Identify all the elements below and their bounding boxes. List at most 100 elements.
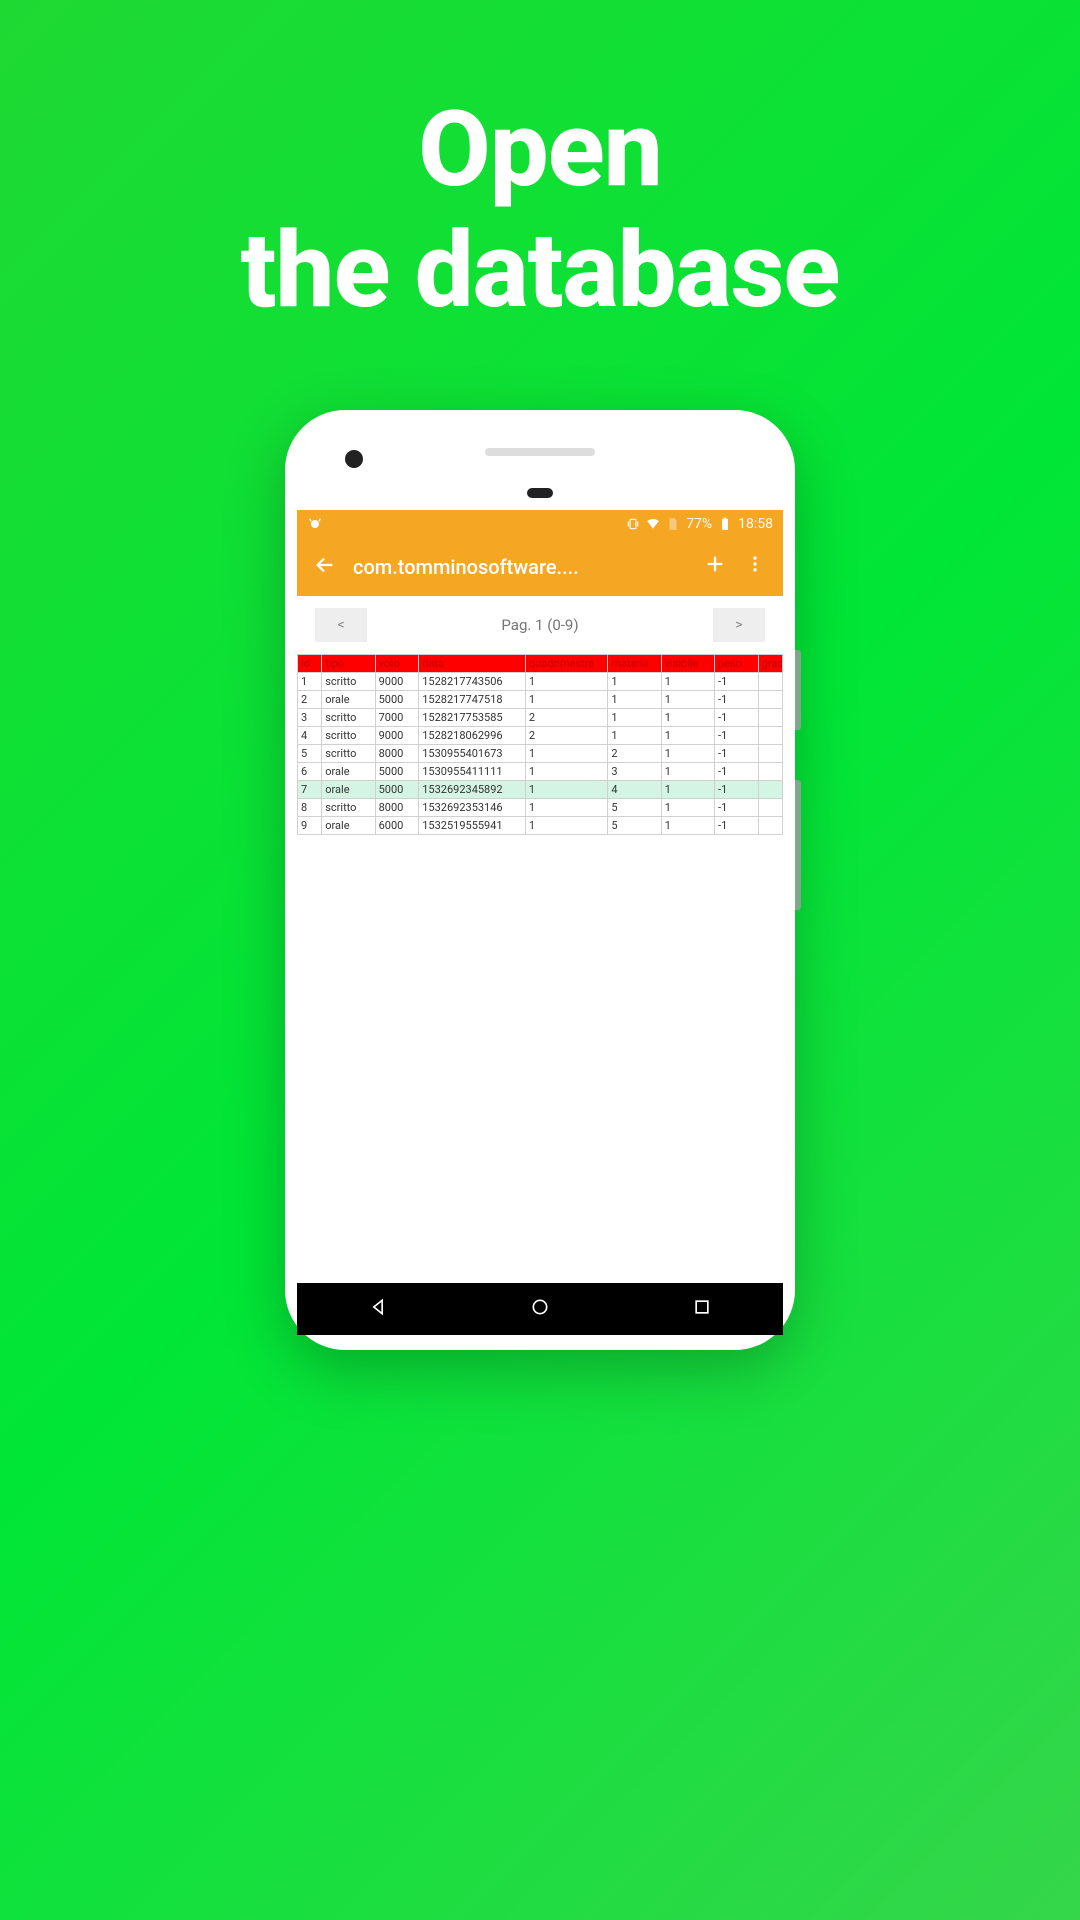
table-cell[interactable]: 1 (525, 781, 607, 799)
table-row[interactable]: 6orale50001530955411111131-1 (298, 763, 783, 781)
table-cell[interactable]: 4 (608, 781, 661, 799)
table-cell[interactable]: 5000 (375, 781, 419, 799)
table-cell[interactable]: 1 (608, 727, 661, 745)
table-cell[interactable]: orale (322, 763, 375, 781)
table-cell[interactable]: scritto (322, 727, 375, 745)
table-cell[interactable]: 9000 (375, 727, 419, 745)
table-cell[interactable]: 1 (525, 799, 607, 817)
table-cell[interactable]: 5 (298, 745, 322, 763)
table-header-cell[interactable]: grad (758, 655, 782, 673)
table-cell[interactable]: orale (322, 691, 375, 709)
table-cell[interactable]: 2 (608, 745, 661, 763)
table-cell[interactable]: 1528217743506 (419, 673, 526, 691)
table-cell[interactable]: 1 (661, 817, 714, 835)
table-cell[interactable] (758, 763, 782, 781)
table-row[interactable]: 3scritto70001528217753585211-1 (298, 709, 783, 727)
table-cell[interactable]: 1 (608, 673, 661, 691)
table-row[interactable]: 9orale60001532519555941151-1 (298, 817, 783, 835)
table-cell[interactable]: 9 (298, 817, 322, 835)
table-cell[interactable]: -1 (715, 727, 759, 745)
table-header-cell[interactable]: tipo (322, 655, 375, 673)
table-cell[interactable]: 1 (525, 817, 607, 835)
table-header-cell[interactable]: data (419, 655, 526, 673)
table-cell[interactable]: -1 (715, 673, 759, 691)
table-cell[interactable]: 3 (608, 763, 661, 781)
table-cell[interactable]: 3 (298, 709, 322, 727)
table-cell[interactable]: 1 (661, 673, 714, 691)
table-cell[interactable] (758, 727, 782, 745)
table-cell[interactable]: 1528217753585 (419, 709, 526, 727)
table-cell[interactable]: 1 (608, 691, 661, 709)
table-cell[interactable]: orale (322, 781, 375, 799)
table-cell[interactable]: 8000 (375, 745, 419, 763)
add-button[interactable] (695, 553, 735, 581)
table-cell[interactable]: 1 (661, 763, 714, 781)
table-cell[interactable]: 5 (608, 799, 661, 817)
table-cell[interactable] (758, 817, 782, 835)
table-row[interactable]: 4scritto90001528218062996211-1 (298, 727, 783, 745)
table-cell[interactable]: 1 (525, 745, 607, 763)
table-cell[interactable]: -1 (715, 763, 759, 781)
overflow-menu-button[interactable] (735, 554, 775, 580)
back-button[interactable] (305, 554, 345, 580)
table-cell[interactable]: -1 (715, 745, 759, 763)
table-cell[interactable]: 1 (608, 709, 661, 727)
table-cell[interactable]: 2 (525, 709, 607, 727)
table-cell[interactable]: -1 (715, 817, 759, 835)
table-row[interactable]: 5scritto80001530955401673121-1 (298, 745, 783, 763)
table-row[interactable]: 8scritto80001532692353146151-1 (298, 799, 783, 817)
table-header-cell[interactable]: visibile (661, 655, 714, 673)
table-cell[interactable]: 5000 (375, 763, 419, 781)
table-cell[interactable]: 5 (608, 817, 661, 835)
table-cell[interactable]: 6 (298, 763, 322, 781)
table-header-cell[interactable]: materia (608, 655, 661, 673)
nav-back-button[interactable] (368, 1297, 388, 1321)
table-cell[interactable]: -1 (715, 799, 759, 817)
table-cell[interactable]: 9000 (375, 673, 419, 691)
table-cell[interactable] (758, 799, 782, 817)
table-cell[interactable]: 6000 (375, 817, 419, 835)
table-header-cell[interactable]: voto (375, 655, 419, 673)
table-cell[interactable] (758, 691, 782, 709)
table-cell[interactable]: scritto (322, 745, 375, 763)
table-cell[interactable] (758, 673, 782, 691)
table-cell[interactable]: -1 (715, 709, 759, 727)
table-header-cell[interactable]: peso (715, 655, 759, 673)
table-cell[interactable]: 8 (298, 799, 322, 817)
nav-recents-button[interactable] (692, 1297, 712, 1321)
table-cell[interactable]: 1 (661, 781, 714, 799)
table-cell[interactable]: 1 (661, 745, 714, 763)
table-cell[interactable]: 1530955411111 (419, 763, 526, 781)
table-cell[interactable]: scritto (322, 799, 375, 817)
table-cell[interactable] (758, 745, 782, 763)
table-cell[interactable]: 1530955401673 (419, 745, 526, 763)
table-cell[interactable]: 1 (525, 691, 607, 709)
table-cell[interactable]: 1532692345892 (419, 781, 526, 799)
nav-home-button[interactable] (530, 1297, 550, 1321)
table-cell[interactable]: 1528218062996 (419, 727, 526, 745)
table-cell[interactable]: 1 (298, 673, 322, 691)
table-cell[interactable]: 1 (525, 673, 607, 691)
table-cell[interactable]: 7000 (375, 709, 419, 727)
table-cell[interactable]: 1 (525, 763, 607, 781)
table-cell[interactable]: scritto (322, 673, 375, 691)
table-header-cell[interactable]: id (298, 655, 322, 673)
table-row[interactable]: 2orale50001528217747518111-1 (298, 691, 783, 709)
table-cell[interactable]: 2 (525, 727, 607, 745)
table-cell[interactable]: scritto (322, 709, 375, 727)
table-cell[interactable]: 2 (298, 691, 322, 709)
pager-next-button[interactable]: > (713, 608, 765, 642)
table-cell[interactable]: 5000 (375, 691, 419, 709)
table-cell[interactable]: 1528217747518 (419, 691, 526, 709)
table-cell[interactable]: 8000 (375, 799, 419, 817)
table-cell[interactable]: 1532519555941 (419, 817, 526, 835)
table-cell[interactable] (758, 781, 782, 799)
table-cell[interactable]: 1 (661, 709, 714, 727)
table-cell[interactable]: 7 (298, 781, 322, 799)
table-cell[interactable]: 1 (661, 727, 714, 745)
table-cell[interactable] (758, 709, 782, 727)
table-cell[interactable]: 4 (298, 727, 322, 745)
table-cell[interactable]: 1532692353146 (419, 799, 526, 817)
table-cell[interactable]: -1 (715, 691, 759, 709)
table-cell[interactable]: 1 (661, 799, 714, 817)
